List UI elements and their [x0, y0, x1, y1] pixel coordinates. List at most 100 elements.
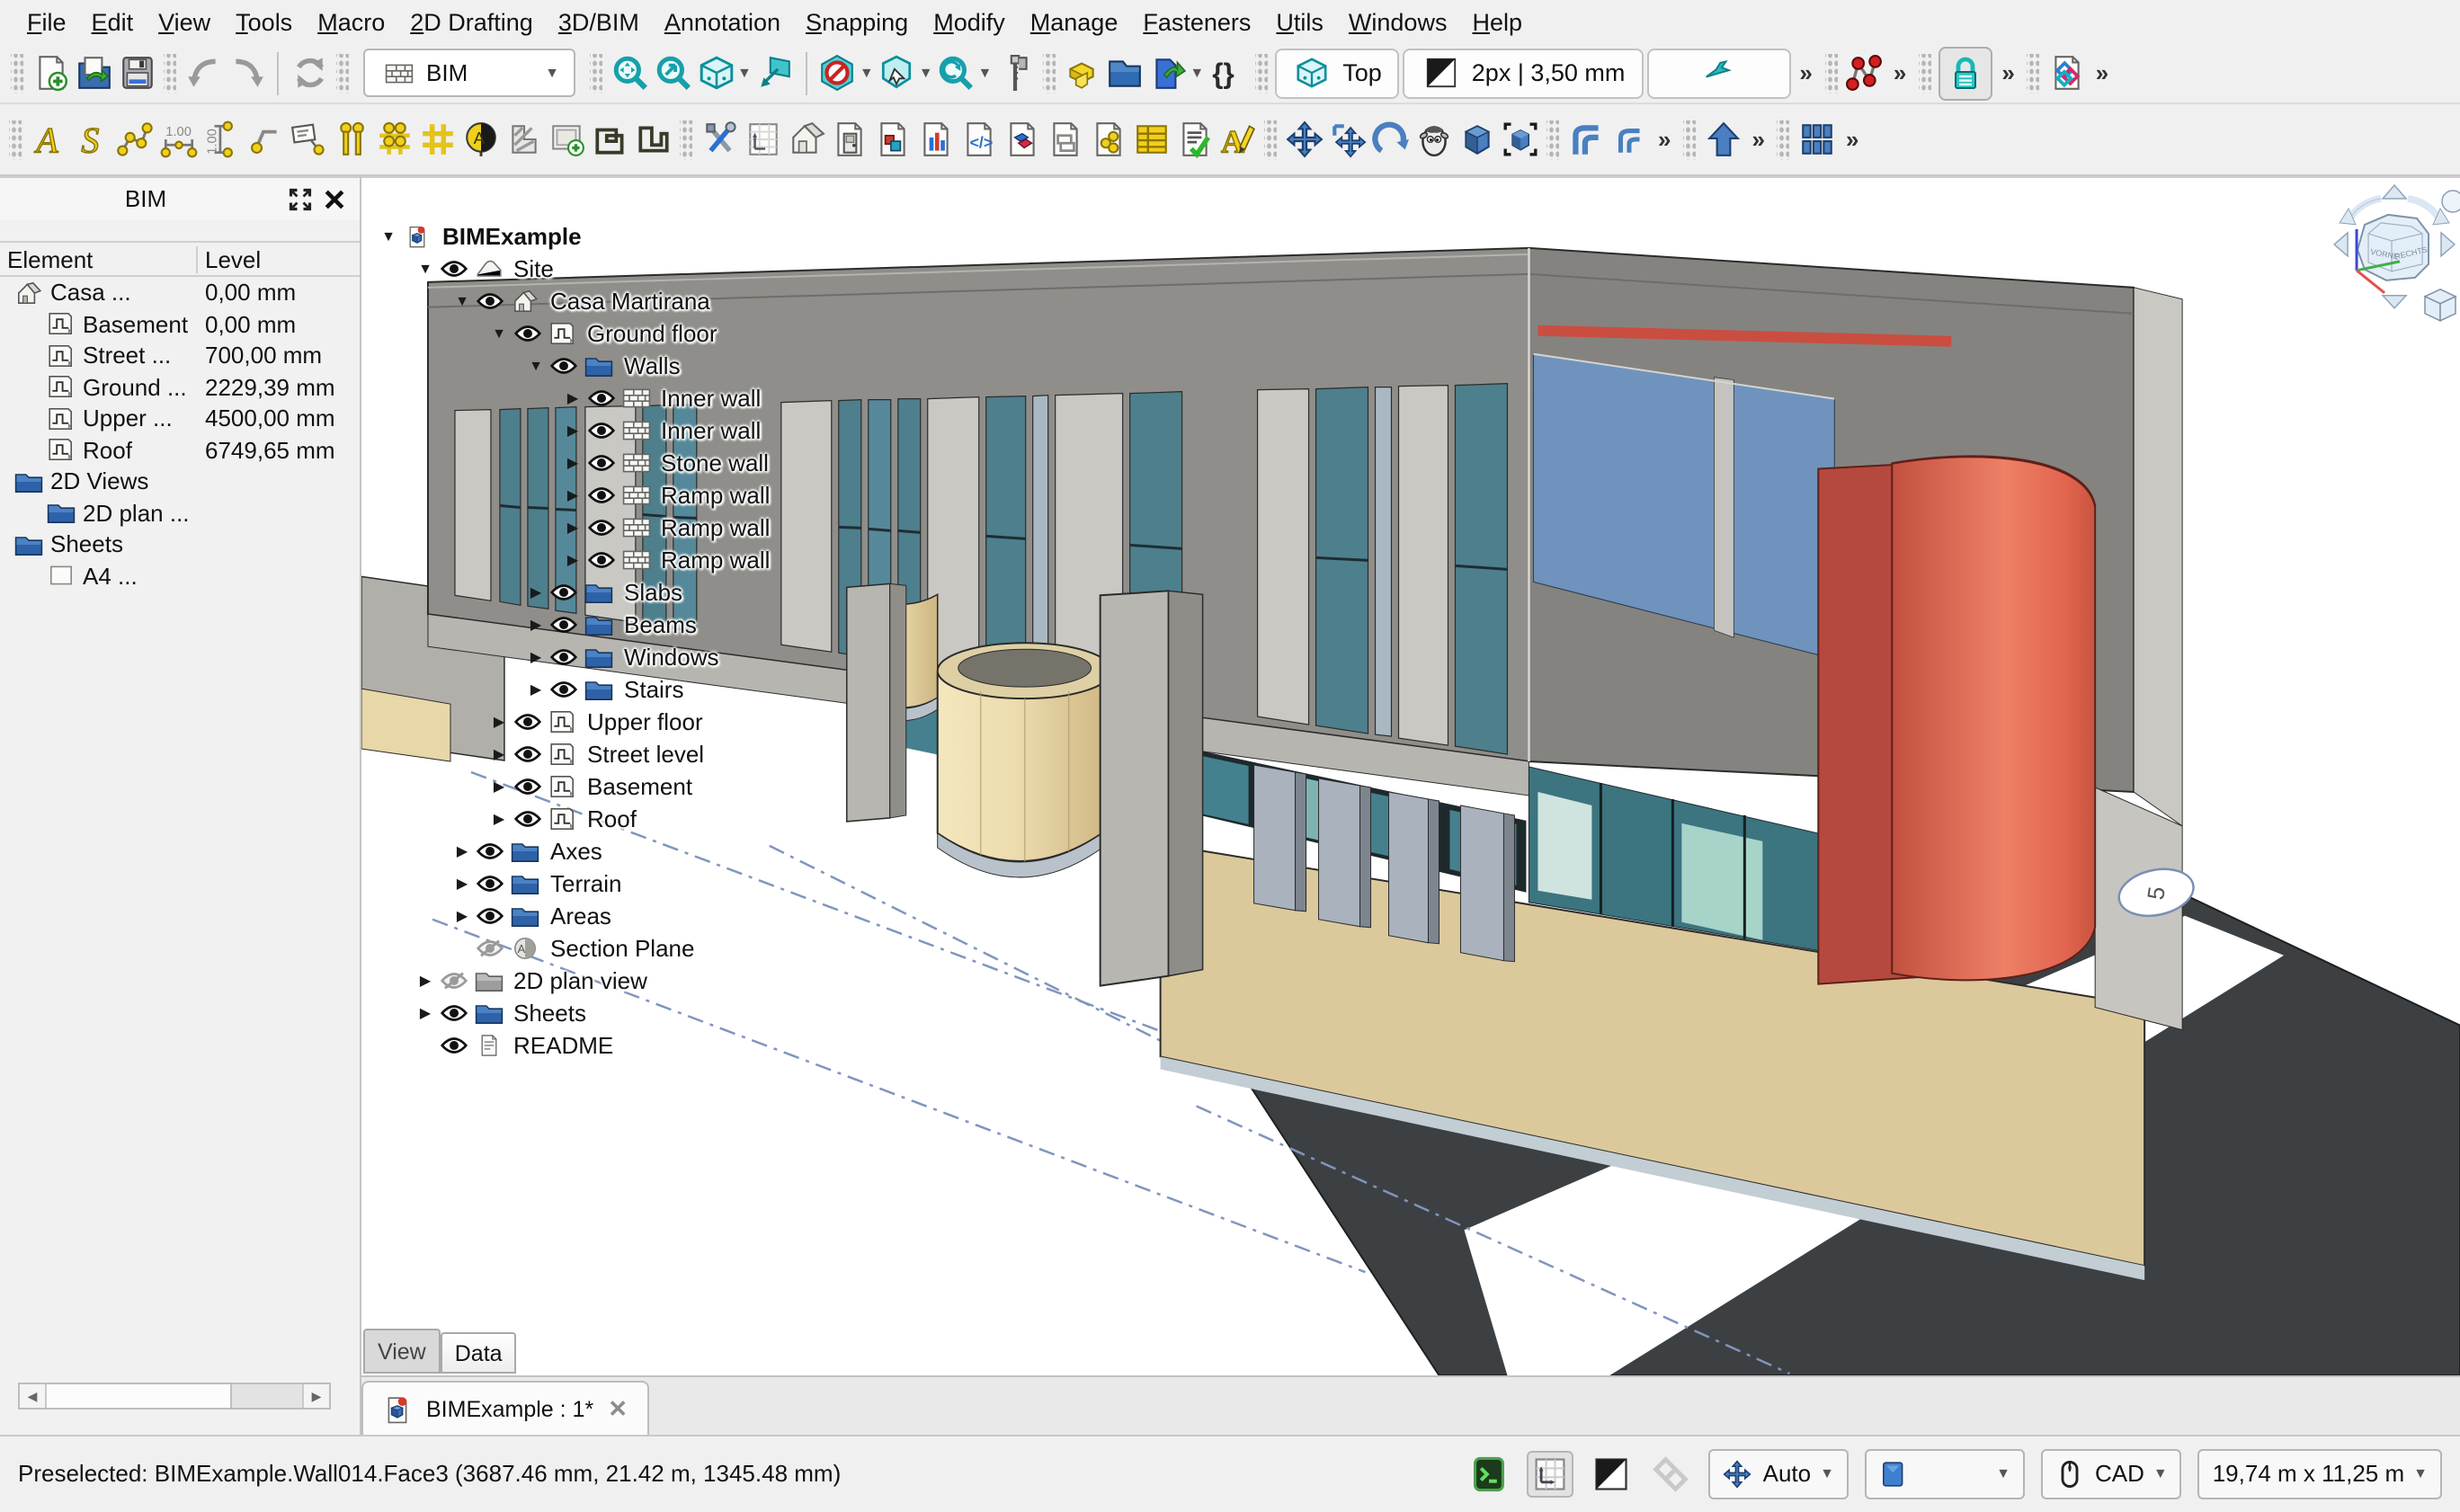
panel-horizontal-scrollbar[interactable]: ◀ ▶	[18, 1383, 331, 1410]
rotate-icon[interactable]	[1370, 120, 1410, 159]
ifc-document-icon[interactable]	[2047, 53, 2087, 93]
visibility-eye-icon[interactable]	[477, 873, 511, 893]
tree-item-terrain[interactable]: ▶Terrain	[369, 867, 770, 899]
visibility-eye-icon[interactable]	[477, 905, 511, 925]
expander-closed-icon[interactable]: ▶	[558, 551, 587, 567]
tree-item-slabs[interactable]: ▶Slabs	[369, 575, 770, 608]
tree-item-ground-floor[interactable]: ▼Ground floor	[369, 316, 770, 349]
visibility-eye-icon[interactable]	[550, 582, 584, 601]
toolbar-grip[interactable]	[1919, 53, 1931, 93]
menu-macro[interactable]: Macro	[305, 4, 397, 39]
expression-icon[interactable]: {}	[1208, 53, 1247, 93]
visibility-eye-icon[interactable]	[513, 323, 548, 342]
visibility-eye-icon[interactable]	[587, 549, 621, 569]
toolbar-grip[interactable]	[1778, 120, 1790, 159]
menu-modify[interactable]: Modify	[921, 4, 1018, 39]
box-selection-icon[interactable]	[878, 53, 917, 93]
visibility-eye-icon[interactable]	[550, 614, 584, 634]
expander-closed-icon[interactable]: ▶	[411, 1004, 440, 1020]
upgrade-icon[interactable]	[1703, 120, 1742, 159]
expander-closed-icon[interactable]: ▶	[448, 875, 477, 891]
expander-closed-icon[interactable]: ▶	[485, 713, 513, 729]
zoom-fit-icon[interactable]	[610, 53, 649, 93]
menu-tools[interactable]: Tools	[223, 4, 305, 39]
sketch-path-icon[interactable]	[590, 120, 629, 159]
chevron-down-icon[interactable]: ▼	[978, 65, 993, 81]
todo-list-icon[interactable]	[1174, 120, 1214, 159]
toolbar-grip[interactable]	[164, 53, 176, 93]
expander-closed-icon[interactable]: ▶	[558, 454, 587, 470]
measure-icon[interactable]	[995, 53, 1035, 93]
visibility-eye-icon[interactable]	[550, 355, 584, 375]
chevron-down-icon[interactable]: ▼	[860, 65, 874, 81]
horizontal-dimension-icon[interactable]: 1.00	[158, 120, 198, 159]
visibility-eye-icon[interactable]	[477, 840, 511, 860]
draw-style-icon[interactable]	[1591, 1452, 1634, 1495]
toolbar-grip[interactable]	[1546, 120, 1559, 159]
visibility-eye-icon[interactable]	[550, 679, 584, 698]
toolbar-grip[interactable]	[11, 53, 23, 93]
render-mode-dropdown[interactable]: Auto ▼	[1709, 1448, 1849, 1499]
menu-windows[interactable]: Windows	[1336, 4, 1460, 39]
expander-open-icon[interactable]: ▼	[374, 227, 403, 244]
ifc-classification-icon[interactable]	[1088, 120, 1128, 159]
ifc-quantities-icon[interactable]	[872, 120, 912, 159]
toolbar-overflow-button[interactable]: »	[1794, 59, 1817, 86]
new-file-icon[interactable]	[31, 53, 70, 93]
tree-item-site[interactable]: ▼Site	[369, 252, 770, 284]
menu-2d-drafting[interactable]: 2D Drafting	[397, 4, 546, 39]
menu-manage[interactable]: Manage	[1018, 4, 1131, 39]
expander-closed-icon[interactable]: ▶	[485, 745, 513, 761]
tree-item-areas[interactable]: ▶Areas	[369, 899, 770, 931]
visibility-eye-icon[interactable]	[513, 776, 548, 796]
chevron-down-icon[interactable]: ▼	[919, 65, 933, 81]
tree-item-street-level[interactable]: ▶Street level	[369, 737, 770, 769]
chevron-down-icon[interactable]: ▼	[737, 65, 752, 81]
expander-open-icon[interactable]: ▼	[521, 357, 550, 373]
undo-icon[interactable]	[183, 53, 223, 93]
tree-item-stone-wall[interactable]: ▶Stone wall	[369, 446, 770, 478]
visibility-eye-icon[interactable]	[587, 517, 621, 537]
expander-closed-icon[interactable]: ▶	[558, 422, 587, 438]
panel-row-street[interactable]: Street ...700,00 mm	[0, 340, 360, 371]
expander-closed-icon[interactable]: ▶	[521, 680, 550, 697]
move-icon[interactable]	[1284, 120, 1324, 159]
clone-icon[interactable]	[1413, 120, 1453, 159]
corner-column[interactable]	[2134, 288, 2182, 826]
expander-closed-icon[interactable]: ▶	[448, 842, 477, 858]
close-panel-icon[interactable]	[320, 186, 349, 211]
annotation-styles-editor-icon[interactable]: A	[1217, 120, 1257, 159]
tree-item-section-plane[interactable]: Section Plane	[369, 931, 770, 964]
visibility-eye-icon[interactable]	[587, 485, 621, 504]
toolbar-grip[interactable]	[9, 120, 22, 159]
door-schedule-icon[interactable]	[829, 120, 869, 159]
nav-small-cube-icon[interactable]	[2425, 289, 2456, 321]
axes-system-icon[interactable]	[374, 120, 414, 159]
tree-item-stairs[interactable]: ▶Stairs	[369, 672, 770, 705]
tree-item-upper-floor[interactable]: ▶Upper floor	[369, 705, 770, 737]
leader-icon[interactable]	[245, 120, 284, 159]
visibility-eye-icon[interactable]	[513, 808, 548, 828]
column[interactable]	[847, 583, 890, 822]
panel-row-upper[interactable]: Upper ...4500,00 mm	[0, 403, 360, 434]
tree-item-readme[interactable]: README	[369, 1028, 770, 1061]
tree-item-inner-wall[interactable]: ▶Inner wall	[369, 414, 770, 446]
column-element[interactable]: Element	[0, 245, 198, 272]
column-level[interactable]: Level	[198, 245, 360, 272]
refresh-icon[interactable]	[290, 53, 329, 93]
expander-closed-icon[interactable]: ▶	[521, 648, 550, 664]
toolbar-overflow-button[interactable]: »	[1653, 126, 1676, 153]
visibility-eye-icon[interactable]	[440, 258, 474, 278]
tree-item-walls[interactable]: ▼Walls	[369, 349, 770, 381]
navigation-style-dropdown[interactable]: CAD ▼	[2041, 1448, 2182, 1499]
scroll-right-icon[interactable]: ▶	[302, 1384, 329, 1408]
line-style-button[interactable]: 2px | 3,50 mm	[1404, 48, 1644, 98]
menu-snapping[interactable]: Snapping	[793, 4, 921, 39]
tree-item-ramp-wall[interactable]: ▶Ramp wall	[369, 511, 770, 543]
compound-icon[interactable]	[1500, 120, 1539, 159]
toolbar-overflow-button[interactable]: »	[2090, 59, 2114, 86]
expand-panel-icon[interactable]	[286, 186, 315, 211]
annotation-style-icon[interactable]: A	[460, 120, 500, 159]
panel-row-ground[interactable]: Ground ...2229,39 mm	[0, 371, 360, 403]
chevron-down-icon[interactable]: ▼	[1190, 65, 1204, 81]
